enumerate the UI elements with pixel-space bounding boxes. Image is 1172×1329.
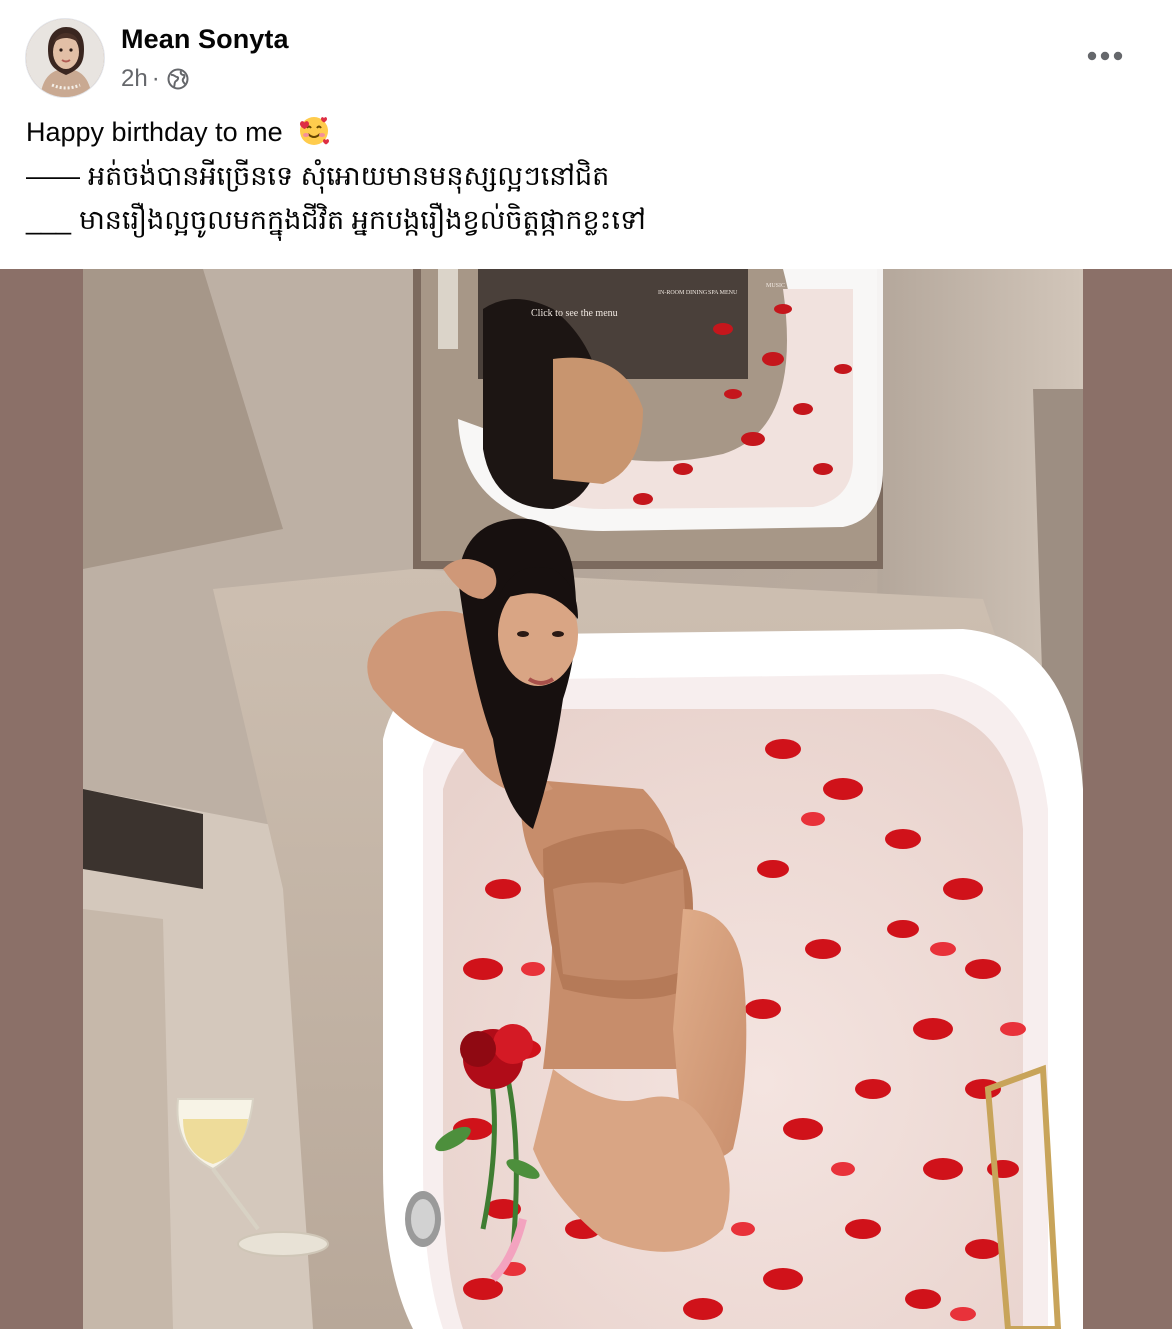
facebook-post: Mean Sonyta 2h · Happy birthday to me ——… <box>0 0 1172 1329</box>
meta-separator: · <box>151 65 160 92</box>
bath-photo: Click to see the menu IN-ROOM DINING SPA… <box>83 269 1083 1329</box>
post-media[interactable]: Click to see the menu IN-ROOM DINING SPA… <box>0 269 1172 1329</box>
avatar-portrait <box>26 19 104 97</box>
caption-line-1: Happy birthday to me <box>26 112 1146 156</box>
post-timestamp[interactable]: 2h <box>121 65 148 93</box>
post-caption: Happy birthday to me —— អត់ចង់បានអីច្រើនទ… <box>26 112 1146 244</box>
mirror-screen-text: Click to see the menu <box>531 308 618 319</box>
caption-text: មានរឿងល្អចូលមកក្នុងជីវិត អ្នកបង្ករឿងខ្វល… <box>79 205 646 235</box>
mirror-menu-item: MUSIC <box>766 283 785 289</box>
mirror-menu-item: SPA MENU <box>708 290 738 296</box>
post-header: Mean Sonyta 2h · <box>0 0 1172 110</box>
post-meta: 2h · <box>121 65 190 93</box>
smiling-face-with-hearts-icon <box>298 115 330 158</box>
caption-text: Happy birthday to me <box>26 117 283 147</box>
author-name[interactable]: Mean Sonyta <box>121 24 289 55</box>
caption-line-3: ___ មានរឿងល្អចូលមកក្នុងជីវិត អ្នកបង្ករឿងខ… <box>26 200 1146 244</box>
author-avatar[interactable] <box>25 18 105 98</box>
mirror-menu-item: IN-ROOM DINING <box>658 290 708 296</box>
caption-dash: ___ <box>26 205 72 235</box>
post-options-button[interactable] <box>1080 38 1130 74</box>
post-photo[interactable]: Click to see the menu IN-ROOM DINING SPA… <box>83 269 1083 1329</box>
caption-line-2: —— អត់ចង់បានអីច្រើនទេ សុំអោយមានមនុស្សល្អៗ… <box>26 156 1146 200</box>
caption-text: អត់ចង់បានអីច្រើនទេ សុំអោយមានមនុស្សល្អៗនៅ… <box>88 161 610 191</box>
caption-dash: —— <box>26 161 80 191</box>
more-horizontal-icon <box>1087 51 1123 61</box>
globe-icon[interactable] <box>166 67 190 91</box>
